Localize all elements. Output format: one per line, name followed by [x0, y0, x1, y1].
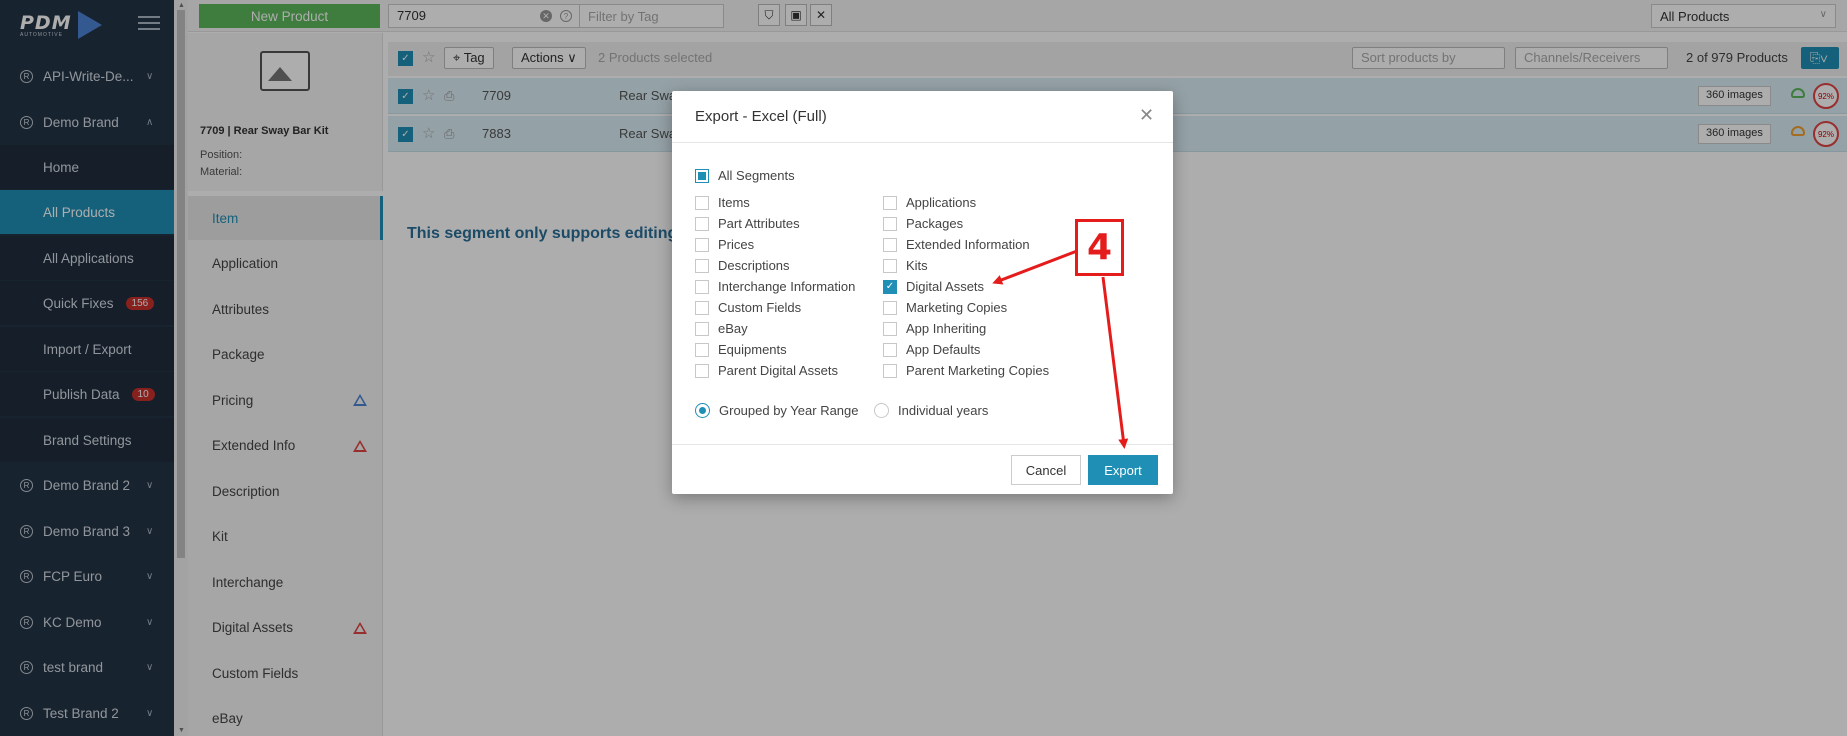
option-label: Digital Assets — [906, 279, 985, 294]
checkbox[interactable] — [883, 300, 897, 315]
checkbox[interactable] — [883, 258, 897, 273]
segment-option-checkbox[interactable]: ✓ Digital Assets — [883, 279, 984, 294]
segment-option-checkbox[interactable]: Custom Fields — [695, 300, 801, 315]
checkbox[interactable] — [695, 216, 709, 231]
checkbox[interactable]: ✓ — [883, 279, 897, 294]
segment-option-checkbox[interactable]: Prices — [695, 237, 754, 252]
option-label: Custom Fields — [718, 300, 802, 315]
checkbox[interactable] — [695, 237, 709, 252]
option-label: Equipments — [718, 342, 787, 357]
export-button[interactable]: Export — [1088, 455, 1158, 485]
individual-years-radio[interactable]: Individual years — [874, 403, 988, 418]
close-icon[interactable]: ✕ — [1139, 105, 1154, 126]
option-label: Items — [718, 195, 750, 210]
checkbox[interactable] — [695, 279, 709, 294]
option-label: Packages — [906, 216, 964, 231]
option-label: App Defaults — [906, 342, 981, 357]
segment-option-checkbox[interactable]: App Defaults — [883, 342, 980, 357]
option-label: Marketing Copies — [906, 300, 1008, 315]
option-label: Applications — [906, 195, 977, 210]
option-label: App Inheriting — [906, 321, 987, 336]
checkbox[interactable] — [695, 195, 709, 210]
modal-title: Export - Excel (Full) — [695, 108, 827, 125]
radio-unselected[interactable] — [874, 403, 889, 418]
individual-years-label: Individual years — [898, 403, 989, 418]
checkbox[interactable] — [883, 342, 897, 357]
segment-option-checkbox[interactable]: Parent Digital Assets — [695, 363, 838, 378]
checkbox[interactable] — [695, 321, 709, 336]
option-label: Extended Information — [906, 237, 1030, 252]
segment-option-checkbox[interactable]: Parent Marketing Copies — [883, 363, 1049, 378]
step-number-badge: 4 — [1075, 219, 1124, 276]
option-label: Parent Digital Assets — [718, 363, 838, 378]
segment-option-checkbox[interactable]: Items — [695, 195, 750, 210]
grouped-year-label: Grouped by Year Range — [719, 403, 859, 418]
option-label: eBay — [718, 321, 748, 336]
modal-header: Export - Excel (Full) ✕ — [672, 91, 1173, 143]
option-label: Parent Marketing Copies — [906, 363, 1050, 378]
checkbox[interactable] — [883, 216, 897, 231]
radio-selected[interactable] — [695, 403, 710, 418]
checkbox[interactable] — [883, 195, 897, 210]
cancel-button[interactable]: Cancel — [1011, 455, 1081, 485]
grouped-year-radio[interactable]: Grouped by Year Range — [695, 403, 859, 418]
option-label: Prices — [718, 237, 755, 252]
export-modal: Export - Excel (Full) ✕ All Segments Ite… — [672, 91, 1173, 494]
checkbox[interactable] — [883, 237, 897, 252]
segment-option-checkbox[interactable]: Descriptions — [695, 258, 790, 273]
checkbox[interactable] — [883, 363, 897, 378]
step-number: 4 — [1086, 227, 1113, 268]
segment-option-checkbox[interactable]: Applications — [883, 195, 976, 210]
option-label: Descriptions — [718, 258, 790, 273]
checkbox[interactable] — [695, 258, 709, 273]
checkbox[interactable] — [695, 300, 709, 315]
segment-option-checkbox[interactable]: eBay — [695, 321, 748, 336]
segment-option-checkbox[interactable]: Part Attributes — [695, 216, 800, 231]
segment-option-checkbox[interactable]: App Inheriting — [883, 321, 986, 336]
segment-option-checkbox[interactable]: Interchange Information — [695, 279, 855, 294]
segment-option-checkbox[interactable]: Extended Information — [883, 237, 1030, 252]
checkbox[interactable] — [695, 363, 709, 378]
option-label: Part Attributes — [718, 216, 800, 231]
segment-option-checkbox[interactable]: Marketing Copies — [883, 300, 1007, 315]
checkbox[interactable] — [883, 321, 897, 336]
segment-option-checkbox[interactable]: Packages — [883, 216, 963, 231]
option-label: Kits — [906, 258, 928, 273]
all-segments-checkbox[interactable]: All Segments — [695, 168, 795, 183]
checkbox-partial[interactable] — [695, 168, 709, 183]
all-segments-label: All Segments — [718, 168, 795, 183]
checkbox[interactable] — [695, 342, 709, 357]
segment-option-checkbox[interactable]: Kits — [883, 258, 928, 273]
segment-option-checkbox[interactable]: Equipments — [695, 342, 787, 357]
option-label: Interchange Information — [718, 279, 856, 294]
